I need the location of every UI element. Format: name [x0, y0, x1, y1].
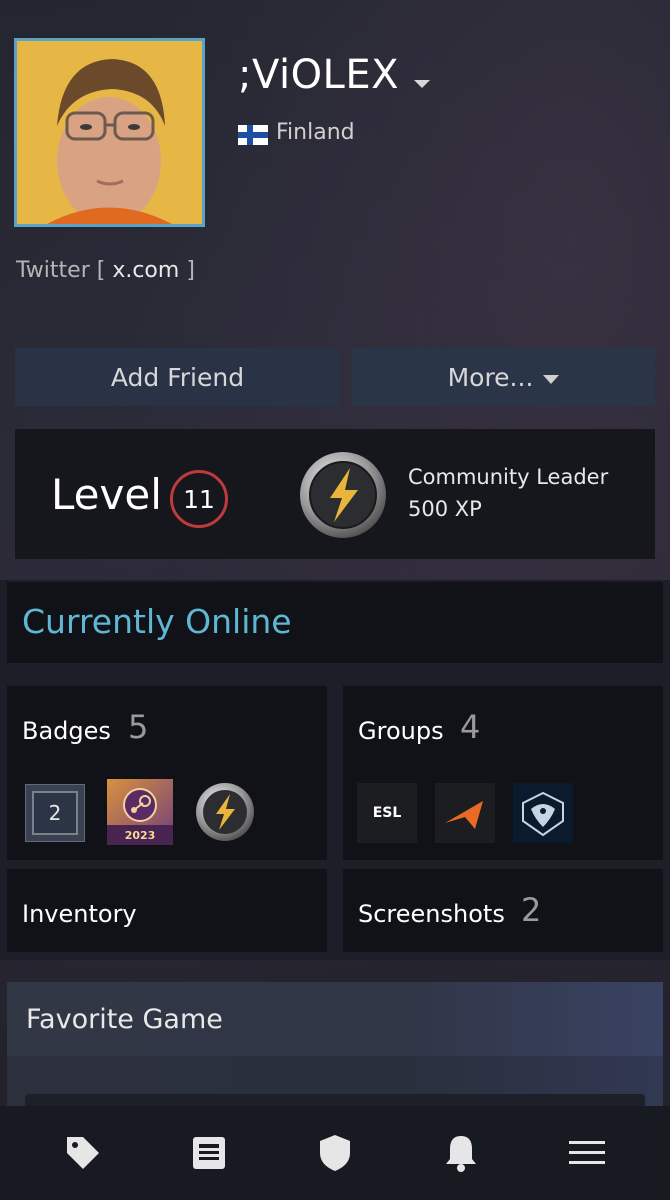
news-icon — [193, 1137, 225, 1169]
badge-item[interactable]: 2 — [25, 784, 85, 842]
more-label: More... — [447, 362, 534, 392]
nav-news[interactable] — [179, 1123, 239, 1183]
chevron-down-icon — [543, 374, 560, 384]
finland-flag-icon — [238, 125, 268, 145]
nav-menu[interactable] — [557, 1123, 617, 1183]
badges-tile[interactable]: Badges 5 2 2023 — [7, 686, 327, 860]
shield-icon — [320, 1135, 350, 1171]
badge-xp: 500 XP — [408, 497, 482, 521]
online-status: Currently Online — [7, 582, 663, 663]
profile-link-url[interactable]: x.com — [112, 258, 179, 283]
community-leader-badge-icon[interactable] — [298, 450, 388, 540]
profile-name[interactable]: ;ViOLEX — [238, 52, 399, 98]
esl-logo-text: ESL — [372, 805, 402, 821]
groups-tile[interactable]: Groups 4 ESL — [343, 686, 663, 860]
badges-count: 5 — [128, 708, 149, 746]
more-button[interactable]: More... — [352, 348, 655, 406]
inventory-tile[interactable]: Inventory — [7, 869, 327, 952]
avatar-portrait — [17, 41, 202, 224]
profile-link-suffix: ] — [186, 258, 195, 283]
groups-count: 4 — [460, 708, 481, 746]
screenshots-title: Screenshots — [358, 900, 505, 928]
chevron-down-icon[interactable] — [414, 80, 430, 88]
badge-title: Community Leader — [408, 465, 609, 489]
level-value[interactable]: 11 — [170, 470, 228, 528]
nav-store[interactable] — [53, 1123, 113, 1183]
esl-group-logo[interactable]: ESL — [357, 783, 417, 843]
screenshots-count: 2 — [521, 891, 542, 929]
orange-chevron-group-logo[interactable] — [435, 783, 495, 843]
badge-item-label: 2 — [32, 791, 78, 835]
avatar[interactable] — [14, 38, 205, 227]
online-status-text: Currently Online — [22, 602, 292, 641]
nav-guard[interactable] — [305, 1123, 365, 1183]
profile-country: Finland — [276, 120, 355, 145]
bell-icon — [446, 1136, 476, 1172]
level-panel: Level 11 Community Leader 500 XP — [15, 429, 655, 559]
profile-link: Twitter [ x.com ] — [16, 258, 195, 283]
inventory-title: Inventory — [22, 900, 137, 928]
profile-link-prefix: Twitter [ — [16, 258, 106, 283]
screenshots-tile[interactable]: Screenshots 2 — [343, 869, 663, 952]
favorite-game-title: Favorite Game — [26, 1004, 223, 1035]
level-label: Level — [51, 470, 162, 519]
badge-year-label: 2023 — [124, 828, 156, 842]
badges-title: Badges — [22, 717, 111, 745]
bottom-navigation — [0, 1106, 670, 1200]
add-friend-button[interactable]: Add Friend — [15, 348, 340, 406]
community-leader-badge-icon[interactable] — [195, 782, 255, 842]
favorite-game-section: Favorite Game — [7, 982, 663, 1134]
groups-title: Groups — [358, 717, 444, 745]
add-friend-label: Add Friend — [110, 362, 245, 392]
tag-icon — [67, 1137, 99, 1169]
nav-notifications[interactable] — [431, 1123, 491, 1183]
menu-icon — [569, 1141, 605, 1164]
favorite-game-header: Favorite Game — [7, 982, 663, 1056]
steam-2023-badge-icon[interactable]: 2023 — [107, 779, 173, 845]
team-liquid-group-logo[interactable] — [513, 783, 573, 843]
